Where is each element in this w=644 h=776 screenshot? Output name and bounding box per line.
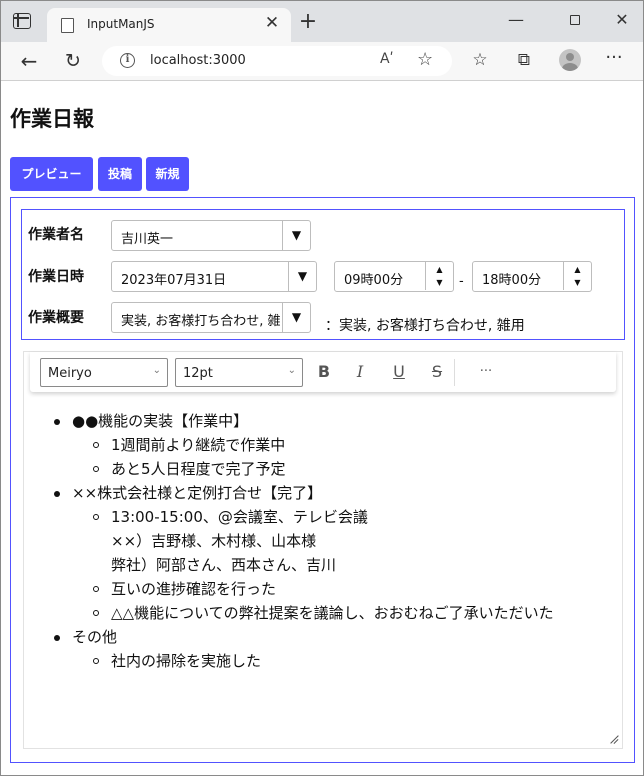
list-item-line: ××）吉野様、木村様、山本様 [111,532,317,550]
date-label: 作業日時 [28,269,84,285]
end-time-input[interactable]: 18時00分 ▲ ▼ [472,261,592,292]
tab-actions-icon[interactable] [13,13,31,29]
collections-icon[interactable]: ⧉ [513,50,535,70]
page-content: 作業日報 プレビュー 投稿 新規 作業者名 吉川英一 ▼ 作業日時 2023年0… [1,82,643,775]
post-button[interactable]: 投稿 [98,157,142,191]
info-icon[interactable]: i [120,53,135,68]
favorites-icon[interactable]: ☆ [469,50,491,70]
list-item: 13:00-15:00、@会議室、テレビ会議 [24,505,554,529]
font-family-select[interactable]: Meiryo ⌄ [40,358,168,387]
editor-content[interactable]: ●●機能の実装【作業中】 1週間前より継続で作業中 あと5人日程度で完了予定 ×… [24,409,554,673]
bold-button[interactable]: B [312,360,336,384]
close-tab-icon[interactable]: ✕ [263,14,281,32]
list-item: その他 [24,625,554,649]
rich-text-editor[interactable]: Meiryo ⌄ 12pt ⌄ B I U S ··· ●●機能の実装【作業中】… [23,351,623,749]
font-size-select[interactable]: 12pt ⌄ [175,358,303,387]
end-time-value[interactable]: 18時00分 [482,269,541,288]
maximize-icon[interactable] [560,10,590,29]
strikethrough-button[interactable]: S [425,360,449,384]
spin-up-icon[interactable]: ▲ [425,262,453,276]
chevron-down-icon[interactable]: ▼ [288,262,316,291]
report-form: 作業者名 吉川英一 ▼ 作業日時 2023年07月31日 ▼ 09時00分 ▲ … [10,197,635,763]
summary-label: 作業概要 [28,310,84,326]
italic-button[interactable]: I [348,360,372,384]
resize-handle-icon[interactable] [609,735,618,744]
list-item: △△機能についての弊社提案を議論し、おおむねご了承いただいた [24,601,554,625]
tab-strip: InputManJS ✕ + — ✕ [1,1,643,42]
list-item: 社内の掃除を実施した [24,649,554,673]
summary-echo: ：実装, お客様打ち合わせ, 雑用 [325,318,525,334]
date-picker[interactable]: 2023年07月31日 ▼ [111,261,317,292]
summary-value[interactable]: 実装, お客様打ち合わせ, 雑用 [121,310,281,329]
new-tab-icon[interactable]: + [297,11,319,33]
spin-up-icon[interactable]: ▲ [563,262,591,276]
list-item: 互いの進捗確認を行った [24,577,554,601]
underline-button[interactable]: U [387,360,411,384]
list-item: ●●機能の実装【作業中】 [24,409,554,433]
font-size-value[interactable]: 12pt [183,366,213,381]
list-item: ××株式会社様と定例打合せ【完了】 [24,481,554,505]
favorite-star-icon[interactable]: ☆ [417,49,433,70]
font-family-value[interactable]: Meiryo [48,366,92,381]
minimize-icon[interactable]: — [501,10,531,29]
page-title: 作業日報 [10,107,94,131]
browser-window: InputManJS ✕ + — ✕ ← ↻ i localhost:3000 … [0,0,644,776]
new-button[interactable]: 新規 [146,157,189,191]
list-item-line: 弊社）阿部さん、西本さん、吉川 [111,556,337,574]
spin-down-icon[interactable]: ▼ [425,276,453,290]
browser-toolbar: ← ↻ i localhost:3000 Aʹ ☆ ☆ ⧉ ··· [1,42,643,81]
close-window-icon[interactable]: ✕ [607,10,637,29]
spin-down-icon[interactable]: ▼ [563,276,591,290]
preview-button[interactable]: プレビュー [10,157,93,191]
toolbar-divider [454,359,455,386]
page-icon [61,18,74,33]
url-text[interactable]: localhost:3000 [150,53,246,68]
more-menu-icon[interactable]: ··· [603,47,625,68]
start-time-input[interactable]: 09時00分 ▲ ▼ [334,261,454,292]
worker-value[interactable]: 吉川英一 [121,228,173,247]
summary-multiselect[interactable]: 実装, お客様打ち合わせ, 雑用 ▼ [111,302,311,333]
reload-icon[interactable]: ↻ [61,50,85,72]
worker-label: 作業者名 [28,227,84,243]
report-header-fields: 作業者名 吉川英一 ▼ 作業日時 2023年07月31日 ▼ 09時00分 ▲ … [21,209,625,340]
back-icon[interactable]: ← [17,50,41,72]
profile-avatar[interactable] [559,49,581,71]
editor-toolbar: Meiryo ⌄ 12pt ⌄ B I U S ··· [30,352,616,392]
chevron-down-icon[interactable]: ▼ [282,303,310,332]
more-tools-button[interactable]: ··· [474,360,498,384]
start-time-value[interactable]: 09時00分 [344,269,403,288]
read-aloud-icon[interactable]: Aʹ [380,51,393,67]
list-item: あと5人日程度で完了予定 [24,457,554,481]
date-value[interactable]: 2023年07月31日 [121,269,226,288]
worker-combo[interactable]: 吉川英一 ▼ [111,220,311,251]
chevron-down-icon: ⌄ [152,365,161,376]
list-item: 1週間前より継続で作業中 [24,433,554,457]
address-bar[interactable]: i localhost:3000 Aʹ ☆ [102,46,452,76]
tab-title: InputManJS [87,17,155,31]
time-range-separator: - [459,274,464,289]
chevron-down-icon: ⌄ [287,365,296,376]
chevron-down-icon[interactable]: ▼ [282,221,310,250]
tab-inputmanjs[interactable]: InputManJS ✕ [47,8,291,42]
